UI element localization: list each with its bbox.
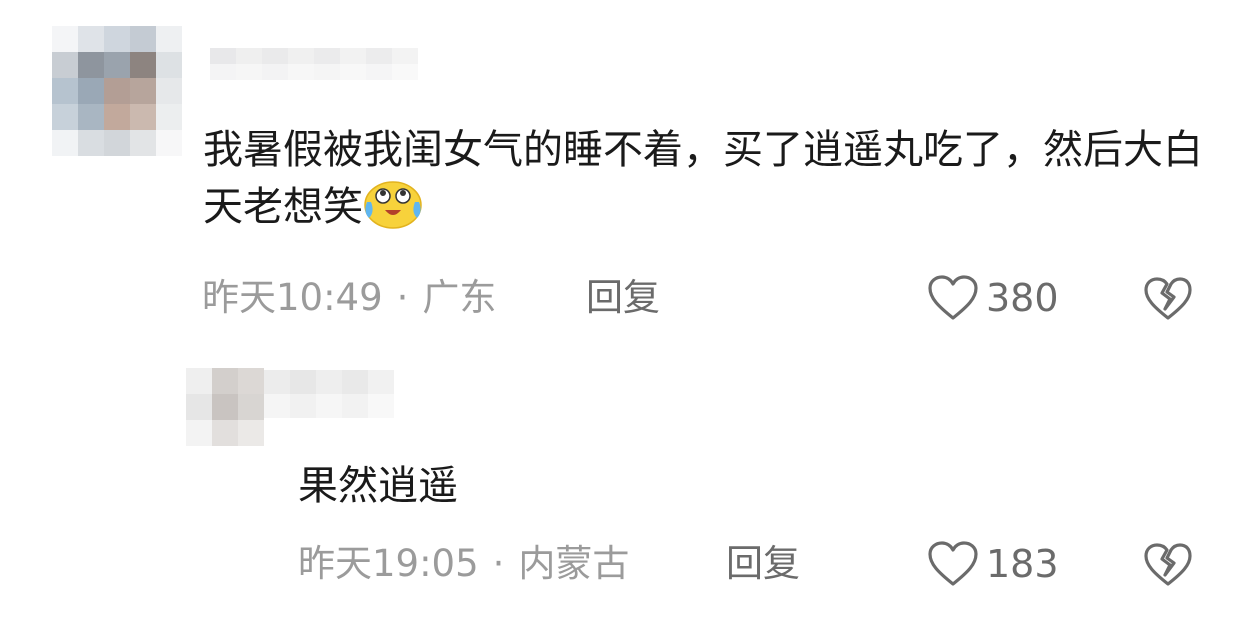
blur-pixel	[156, 52, 182, 78]
blur-pixel	[104, 104, 130, 130]
like-count: 380	[986, 276, 1059, 320]
comment-text: 果然逍遥	[298, 458, 458, 514]
blur-pixel	[156, 78, 182, 104]
avatar[interactable]	[186, 368, 264, 446]
blur-pixel	[316, 370, 342, 394]
blur-pixel	[52, 130, 78, 156]
blur-pixel	[78, 130, 104, 156]
blur-pixel	[156, 104, 182, 130]
blur-pixel	[212, 394, 238, 420]
blur-pixel	[104, 78, 130, 104]
timestamp: 昨天19:05	[298, 542, 479, 585]
heart-outline-icon	[928, 541, 978, 586]
broken-heart-icon	[1144, 277, 1192, 320]
blur-pixel	[104, 130, 130, 156]
blur-pixel	[156, 26, 182, 52]
blur-pixel	[262, 48, 288, 64]
blur-pixel	[392, 64, 418, 80]
comment-meta: 昨天19:05 · 内蒙古	[298, 542, 629, 586]
blur-pixel	[340, 48, 366, 64]
blur-pixel	[210, 48, 236, 64]
blur-pixel	[52, 52, 78, 78]
blur-pixel	[366, 48, 392, 64]
blur-pixel	[392, 48, 418, 64]
blur-pixel	[368, 394, 394, 418]
reply-button[interactable]: 回复	[726, 542, 800, 586]
blur-pixel	[368, 370, 394, 394]
comment-text: 我暑假被我闺女气的睡不着，买了逍遥丸吃了，然后大白天老想笑	[203, 122, 1203, 235]
blur-pixel	[78, 26, 104, 52]
like-button[interactable]: 183	[926, 540, 1059, 588]
blur-pixel	[314, 64, 340, 80]
blur-pixel	[238, 368, 264, 394]
blur-pixel	[104, 26, 130, 52]
like-count: 183	[986, 542, 1059, 586]
blur-pixel	[212, 368, 238, 394]
blur-pixel	[186, 368, 212, 394]
like-button[interactable]: 380	[926, 274, 1059, 322]
blur-pixel	[238, 394, 264, 420]
blur-pixel	[212, 420, 238, 446]
timestamp: 昨天10:49	[202, 276, 383, 319]
reply-button[interactable]: 回复	[586, 276, 660, 320]
blur-pixel	[52, 78, 78, 104]
blur-pixel	[78, 78, 104, 104]
blur-pixel	[290, 394, 316, 418]
location: 内蒙古	[518, 542, 630, 585]
username-blurred[interactable]	[264, 370, 394, 418]
blur-pixel	[288, 48, 314, 64]
blur-pixel	[262, 64, 288, 80]
blur-pixel	[52, 26, 78, 52]
blur-pixel	[130, 78, 156, 104]
blur-pixel	[290, 370, 316, 394]
blur-pixel	[236, 64, 262, 80]
blur-pixel	[52, 104, 78, 130]
blur-pixel	[340, 64, 366, 80]
location: 广东	[422, 276, 497, 319]
username-blurred[interactable]	[210, 48, 418, 80]
blur-pixel	[156, 130, 182, 156]
blur-pixel	[264, 394, 290, 418]
blur-pixel	[130, 130, 156, 156]
blur-pixel	[342, 394, 368, 418]
comment-body: 果然逍遥	[298, 463, 458, 509]
blur-pixel	[342, 370, 368, 394]
blur-pixel	[78, 52, 104, 78]
comment-meta: 昨天10:49 · 广东	[202, 276, 496, 320]
blur-pixel	[130, 26, 156, 52]
dislike-button[interactable]	[1142, 542, 1194, 592]
blur-pixel	[236, 48, 262, 64]
blur-pixel	[238, 420, 264, 446]
avatar[interactable]	[52, 26, 182, 156]
meta-separator: ·	[396, 276, 409, 319]
comment-body: 我暑假被我闺女气的睡不着，买了逍遥丸吃了，然后大白天老想笑	[203, 127, 1203, 230]
blur-pixel	[104, 52, 130, 78]
blur-pixel	[186, 394, 212, 420]
blur-pixel	[130, 52, 156, 78]
blur-pixel	[366, 64, 392, 80]
blur-pixel	[264, 370, 290, 394]
blur-pixel	[314, 48, 340, 64]
blur-pixel	[78, 104, 104, 130]
blur-pixel	[288, 64, 314, 80]
blur-pixel	[186, 420, 212, 446]
heart-outline-icon	[928, 275, 978, 320]
broken-heart-icon	[1144, 543, 1192, 586]
dislike-button[interactable]	[1142, 276, 1194, 326]
blur-pixel	[210, 64, 236, 80]
blur-pixel	[316, 394, 342, 418]
blur-pixel	[130, 104, 156, 130]
meta-separator: ·	[492, 542, 505, 585]
crying-laughing-emoji-icon	[364, 181, 422, 229]
